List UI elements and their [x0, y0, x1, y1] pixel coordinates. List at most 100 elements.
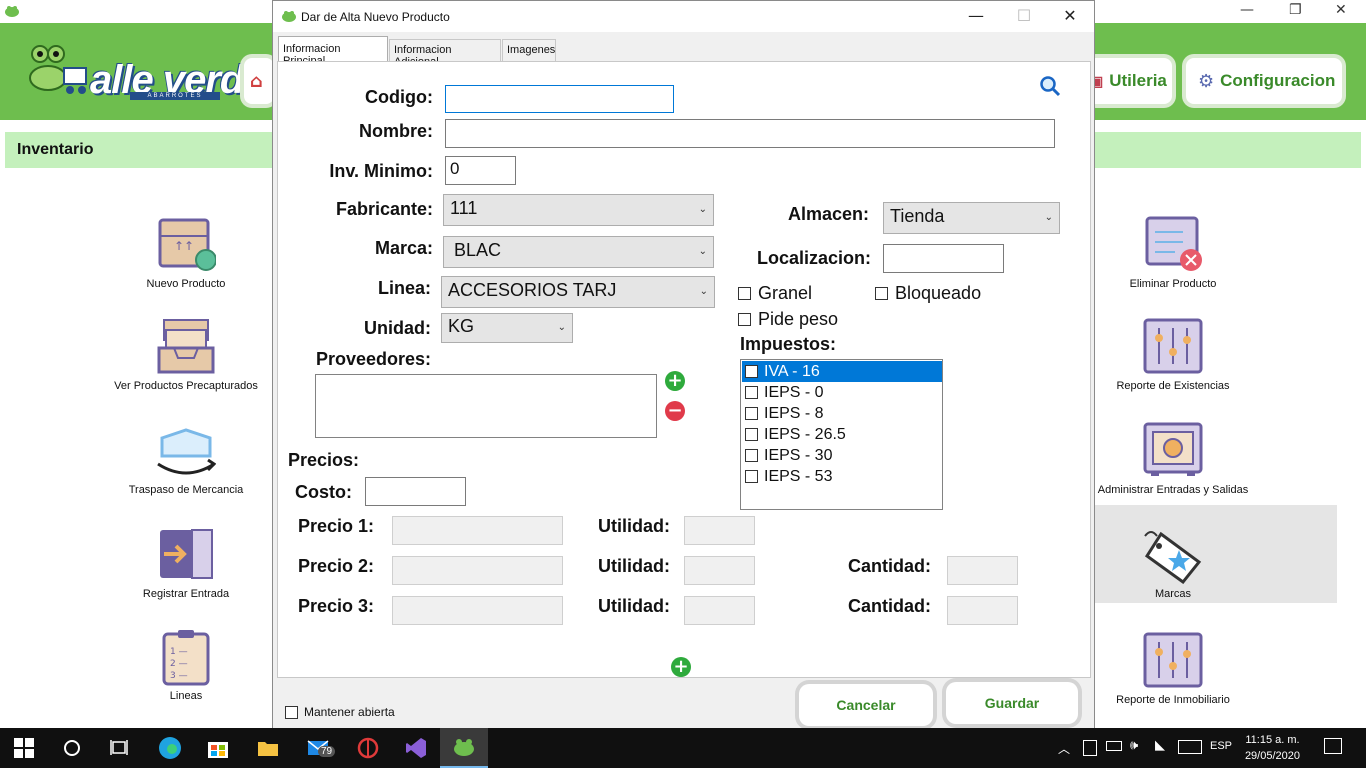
chevron-up-icon[interactable]: ︿: [1058, 740, 1070, 757]
unidad-value: KG: [448, 316, 475, 336]
tile-label: Administrar Entradas y Salidas: [1097, 484, 1249, 496]
tab-informacion-principal[interactable]: Informacion Principal: [278, 36, 388, 67]
granel-checkbox[interactable]: [738, 287, 751, 300]
precio-3-input: [392, 596, 563, 625]
localizacion-label: Localizacion:: [756, 248, 871, 268]
app-close-icon[interactable]: ✕: [1335, 2, 1347, 18]
localizacion-input[interactable]: [883, 244, 1004, 273]
impuesto-checkbox[interactable]: [745, 407, 758, 420]
cancelar-button[interactable]: Cancelar: [799, 684, 933, 726]
linea-value: ACCESORIOS TARJ: [448, 280, 617, 300]
tile-marcas[interactable]: Marcas: [1083, 526, 1263, 600]
tile-administrar-entradas[interactable]: Administrar Entradas y Salidas: [1083, 422, 1263, 496]
fabricante-label: Fabricante:: [335, 199, 433, 219]
folder-icon[interactable]: [256, 736, 280, 760]
impuesto-checkbox[interactable]: [745, 386, 758, 399]
logo-subtitle: ABARROTES: [130, 92, 220, 100]
volume-icon[interactable]: 🕪: [1130, 738, 1138, 753]
add-precio-icon[interactable]: +: [671, 657, 691, 677]
remove-proveedor-icon[interactable]: −: [665, 401, 685, 421]
add-proveedor-icon[interactable]: +: [665, 371, 685, 391]
impuesto-item[interactable]: IEPS - 8: [742, 403, 942, 424]
visual-studio-icon[interactable]: [404, 736, 428, 760]
nombre-input[interactable]: [445, 119, 1055, 148]
fabricante-select[interactable]: 111 ⌄: [443, 194, 714, 226]
precio-2-input: [392, 556, 563, 585]
bloqueado-checkbox[interactable]: [875, 287, 888, 300]
windows-start-icon[interactable]: [14, 736, 38, 760]
wifi-icon[interactable]: ◣: [1155, 738, 1165, 753]
tile-eliminar-producto[interactable]: Eliminar Producto: [1083, 216, 1263, 290]
unidad-select[interactable]: KG ⌄: [441, 313, 573, 343]
tile-lineas[interactable]: 1 — 2 — 3 — Lineas: [96, 628, 276, 702]
linea-select[interactable]: ACCESORIOS TARJ ⌄: [441, 276, 715, 308]
chevron-down-icon: ⌄: [698, 204, 707, 215]
impuesto-checkbox[interactable]: [745, 365, 758, 378]
guardar-button[interactable]: Guardar: [946, 682, 1078, 724]
utileria-label: Utileria: [1109, 71, 1167, 90]
search-circle-icon[interactable]: [60, 736, 84, 760]
impuesto-checkbox[interactable]: [745, 470, 758, 483]
notifications-icon[interactable]: [1324, 738, 1342, 754]
pide-peso-checkbox[interactable]: [738, 313, 751, 326]
battery-icon[interactable]: [1106, 741, 1122, 751]
device-icon[interactable]: [1083, 740, 1097, 756]
impuesto-item[interactable]: IVA - 16: [742, 361, 942, 382]
clock[interactable]: 11:15 a. m. 29/05/2020: [1245, 732, 1300, 764]
dialog-minimize-icon[interactable]: —: [961, 5, 991, 27]
sliders-icon: [1143, 632, 1203, 690]
almacen-value: Tienda: [890, 206, 945, 226]
tile-traspaso[interactable]: Traspaso de Mercancia: [96, 422, 276, 496]
home-button[interactable]: ⌂: [244, 58, 274, 104]
linea-label: Linea:: [377, 278, 431, 298]
marca-select[interactable]: BLAC ⌄: [443, 236, 714, 268]
configuracion-label: Configuracion: [1220, 71, 1336, 90]
impuestos-listbox[interactable]: IVA - 16 IEPS - 0 IEPS - 8 IEPS - 26.5 I…: [740, 359, 943, 510]
tile-label: Marcas: [1154, 588, 1192, 600]
dialog-close-icon[interactable]: ✕: [1055, 5, 1085, 27]
svg-text:1 —: 1 —: [170, 647, 188, 657]
inv-minimo-input[interactable]: 0: [445, 156, 516, 185]
tab-informacion-adicional[interactable]: Informacion Adicional: [389, 39, 501, 68]
security-app-icon[interactable]: [356, 736, 380, 760]
tile-reporte-existencias[interactable]: Reporte de Existencias: [1083, 318, 1263, 392]
entry-door-icon: [156, 526, 216, 584]
keyboard-icon[interactable]: [1178, 740, 1202, 754]
tab-imagenes[interactable]: Imagenes: [502, 39, 556, 61]
impuesto-item[interactable]: IEPS - 53: [742, 466, 942, 487]
dialog-title: Dar de Alta Nuevo Producto: [301, 10, 450, 24]
language-indicator[interactable]: ESP: [1210, 740, 1232, 752]
app-minimize-icon[interactable]: —: [1240, 2, 1254, 18]
codigo-input[interactable]: [445, 85, 674, 113]
proveedores-listbox[interactable]: [315, 374, 657, 438]
tile-label: Reporte de Inmobiliario: [1116, 694, 1230, 706]
unidad-label: Unidad:: [364, 318, 431, 338]
tile-ver-productos[interactable]: Ver Productos Precapturados: [96, 318, 276, 392]
impuesto-item[interactable]: IEPS - 0: [742, 382, 942, 403]
task-view-icon[interactable]: [108, 736, 132, 760]
edge-browser-icon[interactable]: [158, 736, 182, 760]
impuesto-checkbox[interactable]: [745, 449, 758, 462]
tile-label: Nuevo Producto: [146, 278, 226, 290]
almacen-select[interactable]: Tienda ⌄: [883, 202, 1060, 234]
costo-input[interactable]: [365, 477, 466, 506]
store-icon[interactable]: [206, 736, 230, 760]
tile-registrar-entrada[interactable]: Registrar Entrada: [96, 526, 276, 600]
tile-reporte-inmobiliario[interactable]: Reporte de Inmobiliario: [1083, 632, 1263, 706]
utileria-button[interactable]: ▣ Utileria: [1088, 58, 1172, 104]
configuracion-button[interactable]: ⚙ Configuracion: [1186, 58, 1342, 104]
impuesto-item[interactable]: IEPS - 30: [742, 445, 942, 466]
chevron-down-icon: ⌄: [557, 322, 566, 333]
app-restore-icon[interactable]: ❐: [1289, 2, 1302, 18]
active-app-taskbar-item[interactable]: [440, 728, 488, 768]
cantidad-3-label: Cantidad:: [848, 596, 931, 616]
impuesto-item[interactable]: IEPS - 26.5: [742, 424, 942, 445]
mantener-abierta-checkbox[interactable]: [285, 706, 298, 719]
tile-nuevo-producto[interactable]: ↑↑ Nuevo Producto: [96, 216, 276, 290]
search-icon[interactable]: [1039, 75, 1061, 97]
tile-label: Eliminar Producto: [1129, 278, 1217, 290]
svg-text:2 —: 2 —: [170, 659, 188, 669]
cantidad-2-input: [947, 556, 1018, 585]
impuesto-checkbox[interactable]: [745, 428, 758, 441]
clock-time: 11:15 a. m.: [1245, 734, 1300, 746]
